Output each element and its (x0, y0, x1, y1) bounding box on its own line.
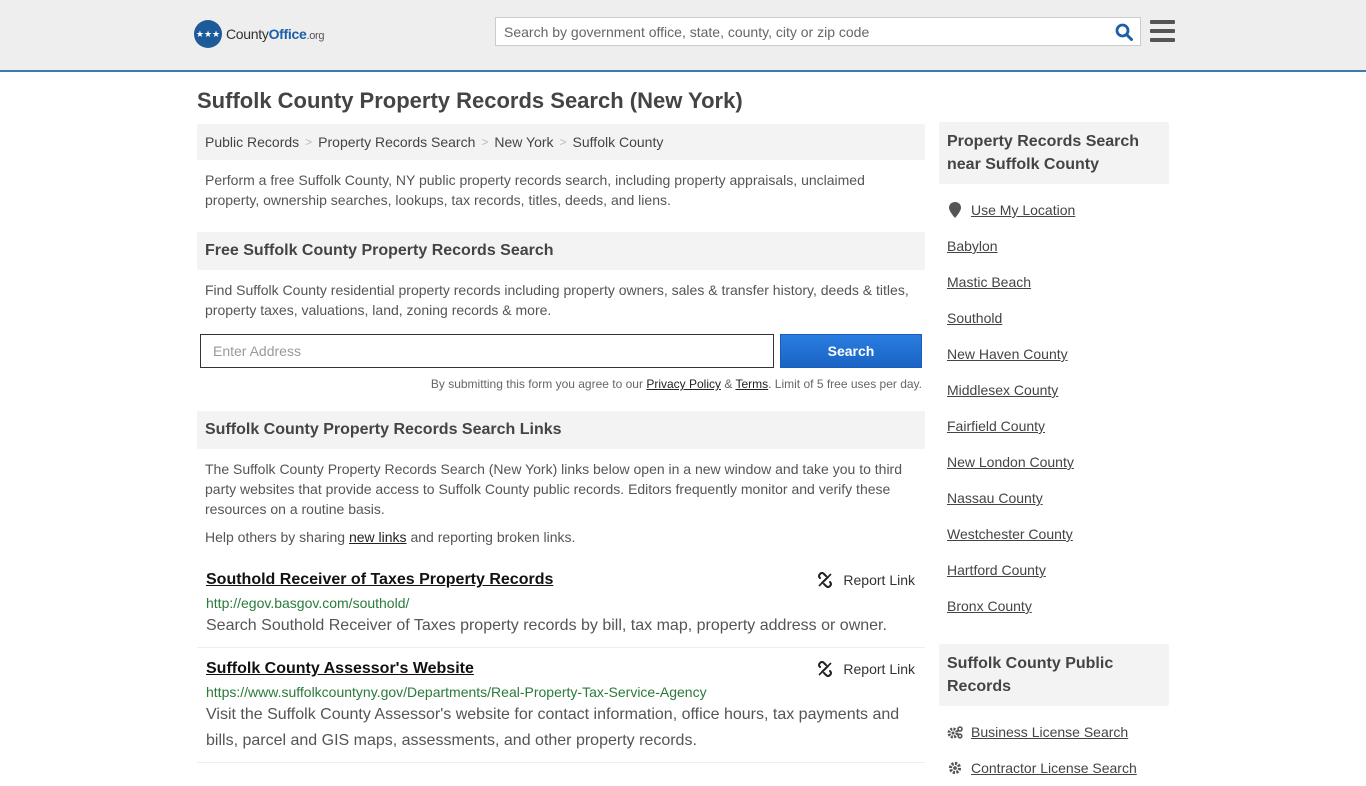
link-description: Visit the Suffolk County Assessor's webs… (206, 706, 900, 749)
link-url[interactable]: http://egov.basgov.com/southold/ (206, 595, 916, 611)
nearby-list: Use My Location Babylon Mastic Beach Sou… (939, 184, 1169, 624)
broken-link-icon (818, 572, 833, 588)
help-text: Help others by sharing new links and rep… (197, 519, 925, 545)
report-link-label: Report Link (843, 572, 915, 588)
hamburger-icon-bar (1150, 20, 1175, 24)
link-title[interactable]: Suffolk County Assessor's Website (206, 660, 474, 678)
link-item: Southold Receiver of Taxes Property Reco… (197, 559, 925, 648)
menu-button[interactable] (1150, 20, 1175, 42)
nearby-item: Middlesex County (947, 372, 1161, 408)
site-search (495, 17, 1141, 46)
nearby-link-babylon[interactable]: Babylon (947, 238, 998, 254)
report-link-button[interactable]: Report Link (817, 661, 915, 677)
nearby-link-new-haven-county[interactable]: New Haven County (947, 346, 1068, 362)
links-description: The Suffolk County Property Records Sear… (205, 461, 902, 517)
breadcrumb-separator: > (559, 135, 567, 149)
nearby-link-fairfield-county[interactable]: Fairfield County (947, 418, 1045, 434)
gears-icon (947, 725, 963, 739)
link-title[interactable]: Southold Receiver of Taxes Property Reco… (206, 571, 553, 589)
logo-text: CountyOffice.org (226, 26, 325, 42)
public-records-list: Business License Search Contractor Licen… (939, 706, 1169, 786)
nearby-link-southold[interactable]: Southold (947, 310, 1002, 326)
breadcrumb: Public Records > Property Records Search… (197, 124, 925, 160)
report-link-label: Report Link (843, 661, 915, 677)
logo-eagle-icon: ★★★ (194, 20, 222, 48)
map-pin-icon (947, 202, 963, 218)
nearby-item: Nassau County (947, 480, 1161, 516)
breadcrumb-new-york[interactable]: New York (494, 134, 553, 150)
help-text-post: and reporting broken links. (406, 529, 576, 545)
nearby-item: Fairfield County (947, 408, 1161, 444)
nearby-heading: Property Records Search near Suffolk Cou… (939, 122, 1169, 184)
broken-link-icon (818, 661, 833, 677)
link-description: Search Southold Receiver of Taxes proper… (206, 617, 887, 634)
privacy-policy-link[interactable]: Privacy Policy (646, 377, 721, 391)
terms-link[interactable]: Terms (735, 377, 768, 391)
nearby-link-hartford-county[interactable]: Hartford County (947, 562, 1046, 578)
use-my-location: Use My Location (947, 192, 1161, 228)
page-title: Suffolk County Property Records Search (… (197, 88, 743, 113)
nearby-item: New Haven County (947, 336, 1161, 372)
breadcrumb-suffolk-county[interactable]: Suffolk County (573, 134, 664, 150)
nearby-item: Babylon (947, 228, 1161, 264)
hamburger-icon-bar (1150, 29, 1175, 33)
new-links-link[interactable]: new links (349, 529, 407, 545)
form-disclaimer: By submitting this form you agree to our… (197, 377, 925, 391)
nearby-item: New London County (947, 444, 1161, 480)
help-text-pre: Help others by sharing (205, 529, 349, 545)
nearby-item: Hartford County (947, 552, 1161, 588)
business-license-search-link[interactable]: Business License Search (971, 724, 1128, 740)
link-url[interactable]: https://www.suffolkcountyny.gov/Departme… (206, 684, 916, 700)
address-search-button[interactable]: Search (780, 334, 922, 368)
hamburger-icon-bar (1150, 38, 1175, 42)
site-search-input[interactable] (496, 18, 1108, 45)
nearby-link-nassau-county[interactable]: Nassau County (947, 490, 1043, 506)
disclaimer-text: & (721, 377, 736, 391)
use-my-location-link[interactable]: Use My Location (971, 202, 1075, 218)
breadcrumb-public-records[interactable]: Public Records (205, 134, 299, 150)
main-content: Public Records > Property Records Search… (197, 124, 925, 763)
links-heading: Suffolk County Property Records Search L… (197, 411, 925, 449)
nearby-link-westchester-county[interactable]: Westchester County (947, 526, 1073, 542)
free-search-text: Find Suffolk County residential property… (205, 282, 909, 318)
disclaimer-text: By submitting this form you agree to our (430, 377, 647, 391)
gear-icon (947, 761, 963, 775)
report-link-button[interactable]: Report Link (817, 572, 915, 588)
public-record-item: Contractor License Search (947, 750, 1161, 786)
free-search-heading: Free Suffolk County Property Records Sea… (197, 232, 925, 270)
sidebar: Property Records Search near Suffolk Cou… (939, 122, 1169, 786)
nearby-link-new-london-county[interactable]: New London County (947, 454, 1074, 470)
site-header: ★★★ CountyOffice.org (0, 0, 1366, 72)
search-button[interactable] (1108, 18, 1140, 45)
logo[interactable]: ★★★ CountyOffice.org (194, 20, 325, 48)
nearby-item: Westchester County (947, 516, 1161, 552)
address-search-form: Search (197, 334, 925, 368)
nearby-link-bronx-county[interactable]: Bronx County (947, 598, 1032, 614)
nearby-link-mastic-beach[interactable]: Mastic Beach (947, 274, 1031, 290)
intro-text: Perform a free Suffolk County, NY public… (205, 172, 865, 208)
public-records-heading: Suffolk County Public Records (939, 644, 1169, 706)
nearby-link-middlesex-county[interactable]: Middlesex County (947, 382, 1058, 398)
link-item: Suffolk County Assessor's Website Report… (197, 648, 925, 763)
disclaimer-text: . Limit of 5 free uses per day. (768, 377, 922, 391)
nearby-item: Mastic Beach (947, 264, 1161, 300)
breadcrumb-separator: > (305, 135, 313, 149)
contractor-license-search-link[interactable]: Contractor License Search (971, 760, 1137, 776)
breadcrumb-property-records-search[interactable]: Property Records Search (318, 134, 475, 150)
nearby-item: Bronx County (947, 588, 1161, 624)
public-record-item: Business License Search (947, 714, 1161, 750)
breadcrumb-separator: > (481, 135, 489, 149)
nearby-item: Southold (947, 300, 1161, 336)
address-input[interactable] (200, 334, 774, 368)
search-icon (1115, 23, 1133, 41)
